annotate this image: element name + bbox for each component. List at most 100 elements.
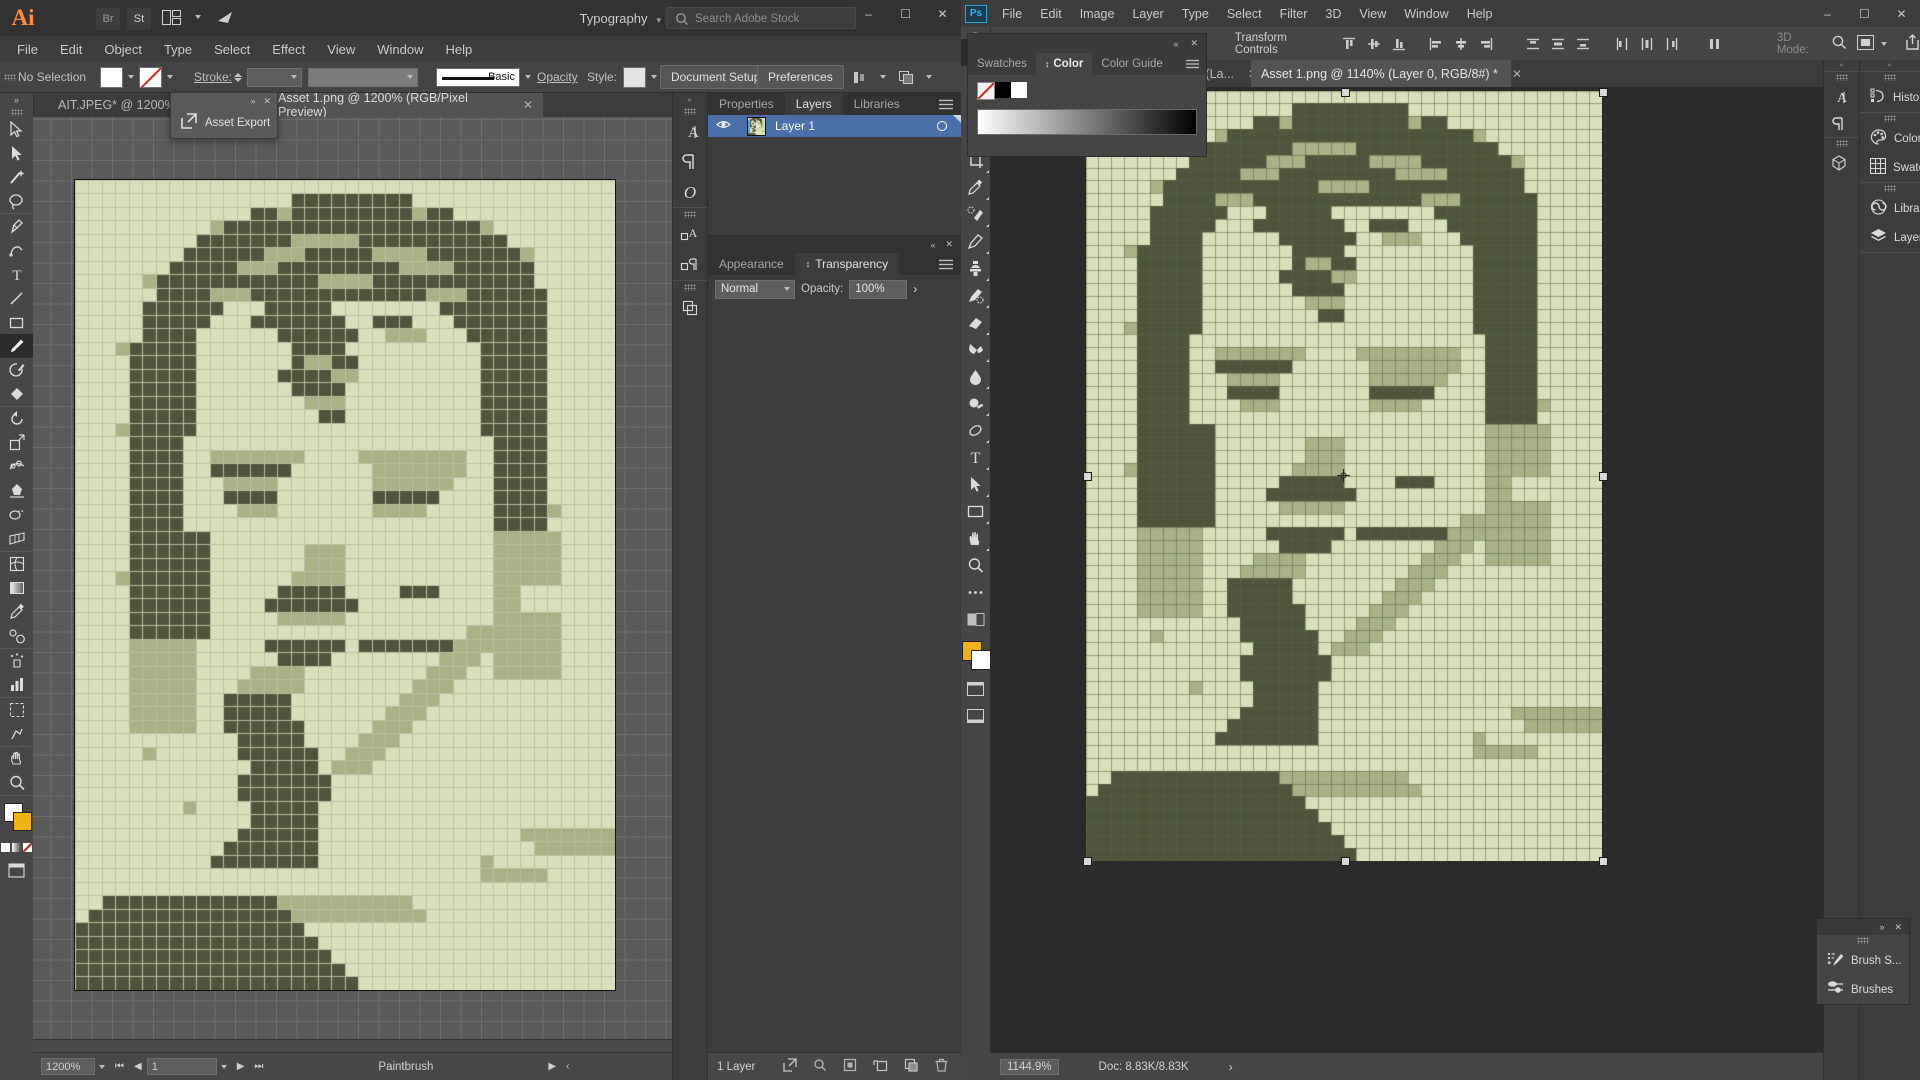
ps-dock-handle-2[interactable] xyxy=(1860,112,1920,124)
tool-zoom[interactable] xyxy=(0,771,33,795)
distribute-right-edges-icon[interactable] xyxy=(1661,32,1684,55)
tool-fill-stroke-swatches[interactable] xyxy=(0,795,33,836)
distribute-bottom-edges-icon[interactable] xyxy=(1572,32,1595,55)
layers-search-icon[interactable] xyxy=(813,1058,827,1075)
share-icon[interactable] xyxy=(1905,34,1920,53)
tool-rectangle[interactable] xyxy=(0,310,33,334)
layers-locate-object-icon[interactable] xyxy=(783,1058,798,1075)
ps-rail-drag-handle[interactable] xyxy=(1824,71,1860,83)
ps-brush-settings-item[interactable]: Brush S... xyxy=(1817,946,1909,975)
transform-controls-checkbox-label[interactable]: Transform Controls xyxy=(1235,32,1316,56)
color-panel-close-icon[interactable]: ✕ xyxy=(1190,38,1198,49)
tool-shaper[interactable] xyxy=(0,358,33,382)
tool-scale[interactable] xyxy=(0,431,33,455)
ps-dock-handle-1[interactable] xyxy=(1860,71,1920,83)
ps-tool-spot-healing-brush[interactable] xyxy=(961,201,990,228)
ps-tool-eraser[interactable] xyxy=(961,309,990,336)
ps-document-tab-3-close-icon[interactable]: ✕ xyxy=(1512,67,1522,81)
ps-menu-type[interactable]: Type xyxy=(1173,7,1218,21)
ps-dock-handle-3[interactable] xyxy=(1860,182,1920,194)
ps-tool-rectangle[interactable] xyxy=(961,498,990,525)
ps-tool-horizontal-type[interactable]: T xyxy=(961,444,990,471)
layer-name-label[interactable]: Layer 1 xyxy=(775,119,815,133)
ps-tool-pen[interactable] xyxy=(961,417,990,444)
opacity-label[interactable]: Opacity xyxy=(537,70,578,84)
preferences-button[interactable]: Preferences xyxy=(757,65,844,89)
tool-free-transform[interactable] xyxy=(0,479,33,503)
ps-dock-swatches[interactable]: Swatch... xyxy=(1860,153,1920,182)
brush-definition-combo[interactable]: Basic xyxy=(436,67,520,87)
panel-tab-transparency[interactable]: ↕ Transparency xyxy=(794,253,900,275)
transform-handle-tc[interactable] xyxy=(1341,88,1350,97)
stock-button[interactable]: St xyxy=(127,8,151,30)
ps-tool-foreground-background-colors[interactable] xyxy=(961,633,991,675)
tool-slice[interactable] xyxy=(0,722,33,746)
photoshop-close-button[interactable]: ✕ xyxy=(1883,0,1920,28)
distribute-left-edges-icon[interactable] xyxy=(1611,32,1634,55)
tool-selection[interactable] xyxy=(0,117,33,141)
brush-float-close-icon[interactable]: ✕ xyxy=(1894,922,1902,933)
tool-type[interactable]: T xyxy=(0,262,33,286)
rail-collapse-icon[interactable]: « xyxy=(673,93,707,105)
ps-tool-path-selection[interactable] xyxy=(961,471,990,498)
ps-tool-blur[interactable] xyxy=(961,363,990,390)
ps-dock-handle-4[interactable] xyxy=(1860,252,1920,264)
rail-drag-handle[interactable] xyxy=(673,105,707,117)
artboard[interactable] xyxy=(74,179,616,991)
layer-row[interactable]: › Layer 1 xyxy=(708,115,961,137)
distribute-top-edges-icon[interactable] xyxy=(1522,32,1545,55)
white-color-swatch[interactable] xyxy=(1011,82,1027,98)
tool-symbol-sprayer[interactable] xyxy=(0,648,33,673)
paragraph-panel-icon[interactable] xyxy=(673,147,707,177)
transparency-close-icon[interactable]: ✕ xyxy=(945,239,953,250)
ps-tool-eyedropper[interactable] xyxy=(961,174,990,201)
color-ramp-spectrum[interactable] xyxy=(977,109,1197,135)
brush-float-expand-icon[interactable]: » xyxy=(1879,922,1884,932)
document-setup-button[interactable]: Document Setup xyxy=(660,65,772,89)
ps-tool-gradient[interactable] xyxy=(961,336,990,363)
panel-tab-properties[interactable]: Properties xyxy=(708,93,785,115)
ps-3d-panel-icon[interactable] xyxy=(1824,149,1853,176)
ps-brushes-item[interactable]: Brushes xyxy=(1817,975,1909,1004)
align-horizontal-centers-icon[interactable] xyxy=(1450,32,1473,55)
tool-magic-wand[interactable] xyxy=(0,165,33,189)
fill-color-swatch[interactable] xyxy=(100,66,123,88)
asset-export-close-icon[interactable]: ✕ xyxy=(263,96,271,107)
character-styles-panel-icon[interactable]: A xyxy=(673,220,707,250)
tool-artboard[interactable] xyxy=(0,697,33,722)
transparency-collapse-icon[interactable]: « xyxy=(930,240,935,250)
align-left-edges-icon[interactable] xyxy=(1425,32,1448,55)
ps-search-icon[interactable] xyxy=(1831,34,1847,53)
arrange-dropdown-icon[interactable] xyxy=(917,66,940,89)
ps-menu-file[interactable]: File xyxy=(993,7,1031,21)
ps-panel-tab-swatches[interactable]: Swatches xyxy=(968,53,1036,75)
ps-menu-help[interactable]: Help xyxy=(1458,7,1502,21)
menu-view[interactable]: View xyxy=(316,42,366,57)
first-artboard-button[interactable]: ⏮ xyxy=(110,1061,129,1072)
ps-dock-layers[interactable]: Layers xyxy=(1860,223,1920,252)
ps-dock-libraries[interactable]: Libraries xyxy=(1860,194,1920,223)
fill-chevron-down-icon[interactable] xyxy=(128,75,134,79)
align-bottom-edges-icon[interactable] xyxy=(1388,32,1411,55)
stroke-chevron-down-icon[interactable] xyxy=(167,75,173,79)
tool-direct-selection[interactable] xyxy=(0,141,33,165)
none-color-swatch[interactable] xyxy=(977,82,995,100)
stroke-weight-stepper[interactable] xyxy=(234,72,242,82)
toolbar-grip[interactable]: » xyxy=(0,93,33,107)
graphic-style-swatch[interactable] xyxy=(623,66,647,88)
ps-panel-tab-color-guide[interactable]: Color Guide xyxy=(1092,53,1171,75)
transparency-opacity-flyout-icon[interactable]: › xyxy=(913,282,917,296)
tool-perspective-grid[interactable] xyxy=(0,527,33,551)
transform-handle-bc[interactable] xyxy=(1341,857,1350,866)
layers-new-layer-icon[interactable] xyxy=(904,1058,919,1075)
transparency-panel-menu-icon[interactable] xyxy=(939,253,961,275)
behance-icon[interactable] xyxy=(215,8,235,31)
blend-mode-select[interactable]: Normal xyxy=(715,279,795,299)
panel-tab-layers[interactable]: Layers xyxy=(784,93,843,115)
illustrator-minimize-button[interactable]: – xyxy=(850,0,887,28)
panel-tab-appearance[interactable]: Appearance xyxy=(708,253,795,275)
photoshop-canvas[interactable] xyxy=(990,87,1824,1053)
menu-object[interactable]: Object xyxy=(93,42,153,57)
transform-handle-tr[interactable] xyxy=(1599,88,1608,97)
layers-new-sublayer-icon[interactable] xyxy=(873,1058,888,1075)
